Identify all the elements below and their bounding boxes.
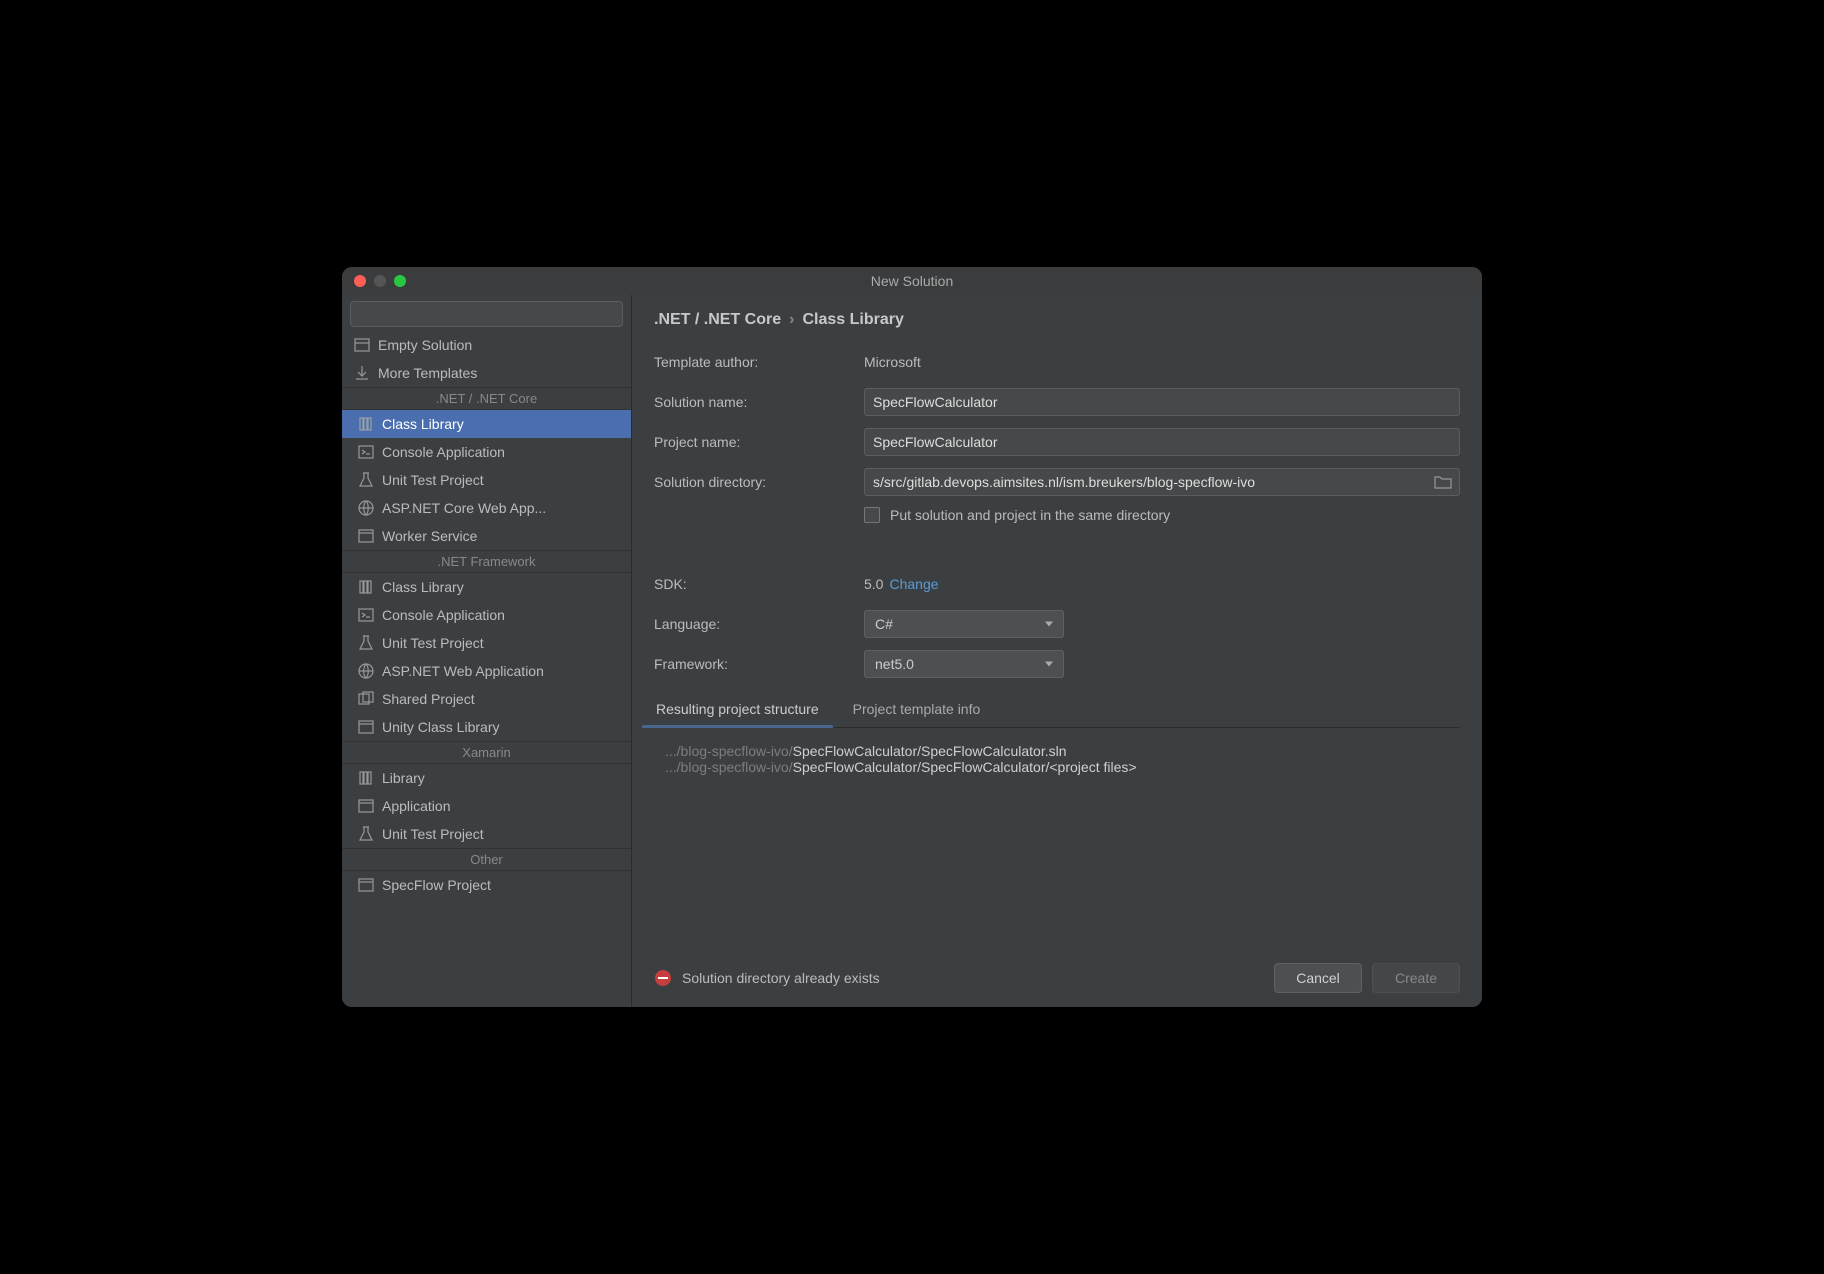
library-icon	[358, 579, 374, 595]
console-icon	[358, 607, 374, 623]
download-icon	[354, 365, 370, 381]
titlebar: New Solution	[342, 267, 1482, 295]
template-author-value: Microsoft	[864, 354, 921, 370]
window-icon	[358, 798, 374, 814]
result-box: .../blog-specflow-ivo/ SpecFlowCalculato…	[654, 728, 1460, 951]
result-line: .../blog-specflow-ivo/ SpecFlowCalculato…	[665, 743, 1449, 759]
solution-dir-input[interactable]	[864, 468, 1460, 496]
sidebar-group-header: .NET Framework	[342, 550, 631, 573]
globe-icon	[358, 500, 374, 516]
sidebar-item[interactable]: ASP.NET Web Application	[342, 657, 631, 685]
sidebar-item[interactable]: Empty Solution	[342, 331, 631, 359]
sidebar-item-label: Console Application	[382, 444, 505, 460]
error-icon	[654, 969, 672, 987]
sidebar-item-label: Application	[382, 798, 451, 814]
language-select-value: C#	[875, 616, 893, 632]
result-path-bright: SpecFlowCalculator/SpecFlowCalculator/<p…	[793, 759, 1137, 775]
sidebar-item-label: Worker Service	[382, 528, 477, 544]
window-title: New Solution	[342, 273, 1482, 289]
sidebar-item[interactable]: More Templates	[342, 359, 631, 387]
test-icon	[358, 472, 374, 488]
sidebar-item[interactable]: Application	[342, 792, 631, 820]
sidebar-group-header: Xamarin	[342, 741, 631, 764]
sidebar-item[interactable]: Unity Class Library	[342, 713, 631, 741]
sidebar-item[interactable]: Unit Test Project	[342, 466, 631, 494]
sidebar-item-label: ASP.NET Core Web App...	[382, 500, 546, 516]
window-icon	[358, 877, 374, 893]
tab-template-info[interactable]: Project template info	[851, 693, 983, 727]
warning-text: Solution directory already exists	[682, 970, 1264, 986]
sidebar-item[interactable]: Shared Project	[342, 685, 631, 713]
sidebar-item-label: SpecFlow Project	[382, 877, 491, 893]
sidebar-item[interactable]: Unit Test Project	[342, 629, 631, 657]
test-icon	[358, 826, 374, 842]
breadcrumb-parent: .NET / .NET Core	[654, 311, 781, 329]
chevron-right-icon: ›	[789, 311, 794, 329]
framework-label: Framework:	[654, 656, 864, 672]
sidebar-item-label: Empty Solution	[378, 337, 472, 353]
framework-select-value: net5.0	[875, 656, 914, 672]
sidebar-item-label: Class Library	[382, 579, 464, 595]
main-panel: .NET / .NET Core › Class Library Templat…	[632, 295, 1482, 1007]
folder-open-icon[interactable]	[1434, 473, 1452, 491]
sidebar-item-label: ASP.NET Web Application	[382, 663, 544, 679]
sidebar-item[interactable]: SpecFlow Project	[342, 871, 631, 899]
library-icon	[358, 770, 374, 786]
template-author-label: Template author:	[654, 354, 864, 370]
same-directory-checkbox[interactable]	[864, 507, 880, 523]
sidebar-group-header: .NET / .NET Core	[342, 387, 631, 410]
window-icon	[358, 528, 374, 544]
result-path-dim: .../blog-specflow-ivo/	[665, 743, 793, 759]
search-input[interactable]	[350, 301, 623, 327]
sidebar-item[interactable]: Class Library	[342, 410, 631, 438]
globe-icon	[358, 663, 374, 679]
sidebar-item[interactable]: Worker Service	[342, 522, 631, 550]
sidebar-item-label: More Templates	[378, 365, 477, 381]
solution-name-label: Solution name:	[654, 394, 864, 410]
tab-resulting-structure[interactable]: Resulting project structure	[654, 693, 821, 727]
console-icon	[358, 444, 374, 460]
dialog-window: New Solution Empty Solution More Template…	[342, 267, 1482, 1007]
template-sidebar: Empty Solution More Templates .NET / .NET …	[342, 295, 632, 1007]
create-button[interactable]: Create	[1372, 963, 1460, 993]
empty-solution-icon	[354, 337, 370, 353]
solution-name-input[interactable]	[864, 388, 1460, 416]
same-directory-label: Put solution and project in the same dir…	[890, 507, 1170, 523]
sidebar-item[interactable]: Unit Test Project	[342, 820, 631, 848]
sidebar-item-label: Library	[382, 770, 425, 786]
language-label: Language:	[654, 616, 864, 632]
breadcrumb: .NET / .NET Core › Class Library	[654, 311, 1460, 329]
project-name-input[interactable]	[864, 428, 1460, 456]
sidebar-item[interactable]: Class Library	[342, 573, 631, 601]
shared-icon	[358, 691, 374, 707]
sidebar-group-header: Other	[342, 848, 631, 871]
sidebar-item-label: Unit Test Project	[382, 826, 484, 842]
cancel-button[interactable]: Cancel	[1274, 963, 1362, 993]
sdk-label: SDK:	[654, 576, 864, 592]
sidebar-item[interactable]: Console Application	[342, 601, 631, 629]
sidebar-item-label: Class Library	[382, 416, 464, 432]
test-icon	[358, 635, 374, 651]
sidebar-item[interactable]: ASP.NET Core Web App...	[342, 494, 631, 522]
sidebar-item-label: Unit Test Project	[382, 635, 484, 651]
framework-select[interactable]: net5.0	[864, 650, 1064, 678]
result-path-bright: SpecFlowCalculator/SpecFlowCalculator.sl…	[793, 743, 1067, 759]
sdk-change-link[interactable]: Change	[889, 576, 938, 592]
sidebar-item[interactable]: Console Application	[342, 438, 631, 466]
project-name-label: Project name:	[654, 434, 864, 450]
sidebar-item-label: Console Application	[382, 607, 505, 623]
library-icon	[358, 416, 374, 432]
window-icon	[358, 719, 374, 735]
solution-dir-label: Solution directory:	[654, 474, 864, 490]
result-path-dim: .../blog-specflow-ivo/	[665, 759, 793, 775]
sidebar-item-label: Unit Test Project	[382, 472, 484, 488]
sidebar-item[interactable]: Library	[342, 764, 631, 792]
result-line: .../blog-specflow-ivo/ SpecFlowCalculato…	[665, 759, 1449, 775]
sidebar-item-label: Shared Project	[382, 691, 475, 707]
sidebar-item-label: Unity Class Library	[382, 719, 499, 735]
breadcrumb-current: Class Library	[802, 311, 903, 329]
language-select[interactable]: C#	[864, 610, 1064, 638]
sdk-value: 5.0	[864, 576, 883, 592]
